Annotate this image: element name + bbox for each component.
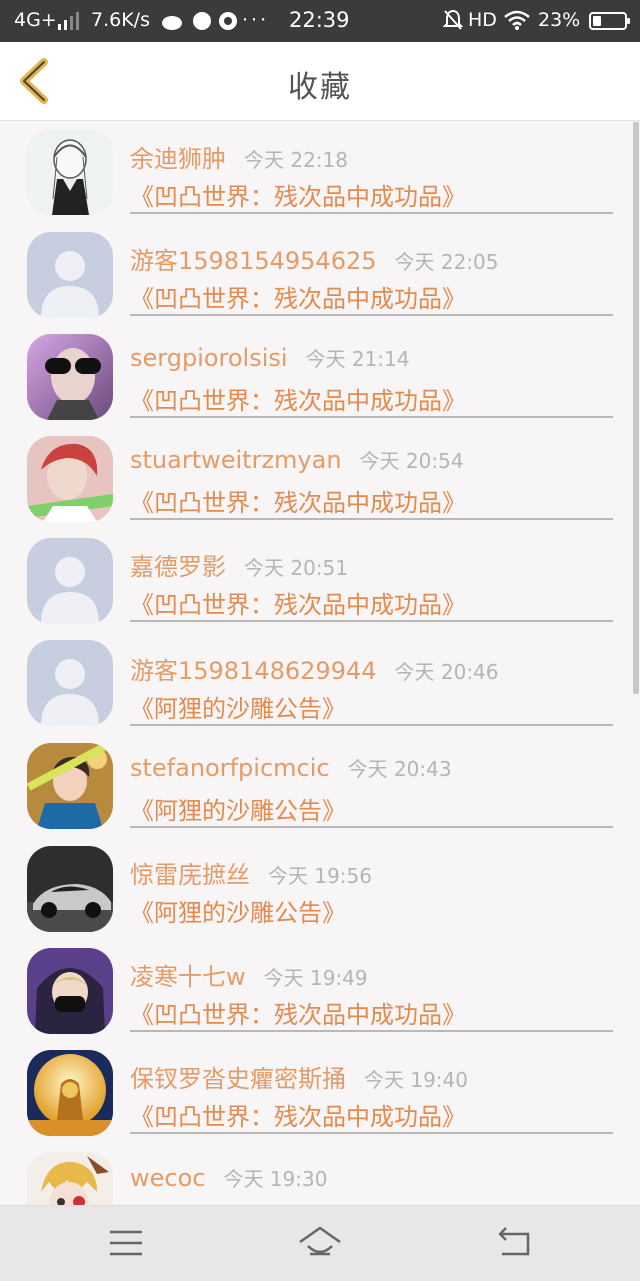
user-name[interactable]: stuartweitrzmyan [130, 446, 342, 474]
divider [130, 212, 613, 214]
network-speed: 7.6K/s [91, 9, 150, 31]
default-avatar[interactable] [27, 538, 113, 624]
list-item[interactable]: stuartweitrzmyan 今天 20:54 《凹凸世界：残次品中成功品》 [0, 427, 640, 529]
list-item[interactable]: 惊雷庑摭丝 今天 19:56 《阿狸的沙雕公告》 [0, 837, 640, 939]
user-name[interactable]: 保钗罗沓史癯密斯捅 [130, 1059, 346, 1094]
status-bar: 4G+ 7.6K/s ··· 22:39 HD 23% [0, 0, 640, 42]
car-avatar[interactable] [27, 846, 113, 932]
signal-icon [58, 12, 82, 35]
divider [130, 314, 613, 316]
user-name[interactable]: wecoc [130, 1164, 205, 1192]
article-title-link[interactable]: 《凹凸世界：残次品中成功品》 [130, 995, 466, 1030]
timestamp: 今天 19:40 [364, 1068, 468, 1092]
list-item[interactable]: 保钗罗沓史癯密斯捅 今天 19:40 《凹凸世界：残次品中成功品》 [0, 1041, 640, 1143]
timestamp: 今天 19:30 [223, 1167, 328, 1191]
list-item[interactable]: stefanorfpicmcic 今天 20:43 《阿狸的沙雕公告》 [0, 735, 640, 837]
timestamp: 今天 20:54 [359, 449, 464, 473]
article-title-link[interactable]: 《凹凸世界：残次品中成功品》 [130, 177, 466, 212]
user-name[interactable]: sergpiorolsisi [130, 344, 288, 372]
article-title-link[interactable]: 《凹凸世界：残次品中成功品》 [130, 279, 466, 314]
article-title-link[interactable]: 《阿狸的沙雕公告》 [130, 791, 346, 826]
back-nav-button[interactable] [494, 1224, 538, 1262]
masked-avatar[interactable] [27, 948, 113, 1034]
back-icon [498, 1227, 530, 1256]
article-title-link[interactable]: 《凹凸世界：残次品中成功品》 [130, 483, 466, 518]
home-icon [299, 1226, 341, 1256]
default-avatar[interactable] [27, 232, 113, 318]
sunglasses-avatar[interactable] [27, 334, 113, 420]
network-type: 4G+ [14, 9, 57, 31]
user-name[interactable]: 游客1598154954625 [130, 241, 377, 276]
timestamp: 今天 19:49 [263, 966, 368, 990]
timestamp: 今天 22:05 [394, 250, 499, 274]
scrollbar[interactable] [633, 122, 639, 694]
list-item[interactable]: sergpiorolsisi 今天 21:14 《凹凸世界：残次品中成功品》 [0, 325, 640, 427]
user-name[interactable]: stefanorfpicmcic [130, 754, 330, 782]
timestamp: 今天 20:46 [394, 660, 499, 684]
sketch-avatar[interactable] [27, 129, 113, 215]
user-name[interactable]: 游客1598148629944 [130, 651, 377, 686]
article-title-link[interactable]: 《凹凸世界：残次品中成功品》 [130, 585, 466, 620]
app-header: 收藏 [0, 42, 640, 121]
timestamp: 今天 20:51 [244, 556, 348, 580]
default-avatar[interactable] [27, 640, 113, 726]
anime-avatar[interactable] [27, 1152, 113, 1205]
timestamp: 今天 22:18 [244, 148, 348, 172]
divider [130, 1132, 613, 1134]
article-title-link[interactable]: 《阿狸的沙雕公告》 [130, 689, 346, 724]
home-button[interactable] [298, 1224, 342, 1262]
list-item[interactable]: wecoc 今天 19:30 [0, 1143, 640, 1205]
divider [130, 518, 613, 520]
redhair-avatar[interactable] [27, 436, 113, 522]
divider [130, 1030, 613, 1032]
list-item[interactable]: 游客1598154954625 今天 22:05 《凹凸世界：残次品中成功品》 [0, 223, 640, 325]
divider [130, 620, 613, 622]
list-item[interactable]: 嘉德罗影 今天 20:51 《凹凸世界：残次品中成功品》 [0, 529, 640, 631]
battery-icon [589, 12, 630, 30]
user-name[interactable]: 嘉德罗影 [130, 547, 226, 582]
article-title-link[interactable]: 《凹凸世界：残次品中成功品》 [130, 1097, 466, 1132]
mute-bell-icon [442, 9, 464, 36]
list-item[interactable]: 凌寒十七w 今天 19:49 《凹凸世界：残次品中成功品》 [0, 939, 640, 1041]
system-nav-bar [0, 1205, 640, 1281]
user-name[interactable]: 余迪狮肿 [130, 139, 226, 174]
clock: 22:39 [289, 8, 350, 32]
hd-indicator: HD [468, 9, 497, 31]
timestamp: 今天 19:56 [268, 864, 372, 888]
user-name[interactable]: 凌寒十七w [130, 957, 246, 992]
divider [130, 724, 613, 726]
timestamp: 今天 20:43 [347, 757, 452, 781]
page-title: 收藏 [288, 70, 352, 105]
timestamp: 今天 21:14 [305, 347, 410, 371]
favorites-list[interactable]: 余迪狮肿 今天 22:18 《凹凸世界：残次品中成功品》 游客1598154954… [0, 121, 640, 1205]
more-icon: ··· [242, 9, 270, 31]
article-title-link[interactable]: 《阿狸的沙雕公告》 [130, 893, 346, 928]
buddha-avatar[interactable] [27, 1050, 113, 1136]
divider [130, 826, 613, 828]
article-title-link[interactable]: 《凹凸世界：残次品中成功品》 [130, 381, 466, 416]
wifi-icon [503, 9, 531, 36]
divider [130, 416, 613, 418]
menu-icon [110, 1230, 142, 1256]
boy-avatar[interactable] [27, 743, 113, 829]
list-item[interactable]: 余迪狮肿 今天 22:18 《凹凸世界：残次品中成功品》 [0, 121, 640, 223]
user-name[interactable]: 惊雷庑摭丝 [130, 855, 250, 890]
menu-button[interactable] [104, 1224, 148, 1262]
list-item[interactable]: 游客1598148629944 今天 20:46 《阿狸的沙雕公告》 [0, 631, 640, 733]
battery-percent: 23% [538, 9, 581, 31]
